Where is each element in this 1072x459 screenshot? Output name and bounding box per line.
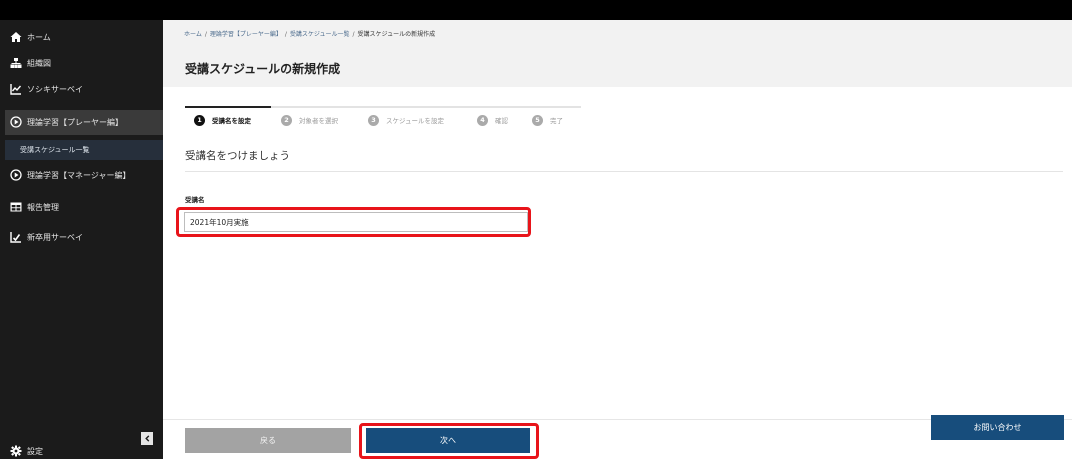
breadcrumb-home[interactable]: ホーム [184,31,202,38]
step-label: 確認 [495,117,508,125]
breadcrumb: ホーム / 理論学習【プレーヤー編】 / 受講スケジュール一覧 / 受講スケジュールの新規作… [184,29,435,38]
org-chart-icon [10,57,22,69]
step-label: 対象者を選択 [299,117,338,125]
top-bar [0,0,1072,20]
sidebar-item-label: 組織図 [27,58,51,68]
step-number: 1 [194,114,205,126]
sidebar-item-theory-manager[interactable]: 理論学習【マネージャー編】 [0,164,163,186]
line-chart-icon [10,83,22,95]
sidebar-item-label: ソシキサーベイ [27,84,83,94]
step-2: 2 対象者を選択 [281,113,338,127]
step-number: 5 [532,114,543,126]
course-name-input[interactable] [184,212,528,232]
step-number: 3 [368,114,379,126]
sidebar-subitem-schedule-list[interactable]: 受講スケジュール一覧 [5,140,163,160]
page-title: 受講スケジュールの新規作成 [185,62,341,76]
breadcrumb-schedule-list[interactable]: 受講スケジュール一覧 [290,31,350,38]
step-3: 3 スケジュールを設定 [368,113,444,127]
step-label: スケジュールを設定 [386,117,445,125]
sidebar-item-home[interactable]: ホーム [0,26,163,48]
page-header: ホーム / 理論学習【プレーヤー編】 / 受講スケジュール一覧 / 受講スケジュールの新規作… [163,20,1072,87]
settings-label: 設定 [27,446,43,456]
breadcrumb-separator: / [352,31,355,38]
sidebar-item-label: 報告管理 [27,202,59,212]
survey-chart-icon [10,231,22,243]
sidebar-subitem-label: 受講スケジュール一覧 [20,146,90,154]
back-button[interactable]: 戻る [185,428,351,453]
table-icon [10,201,22,213]
course-name-label: 受講名 [185,196,205,204]
section-title: 受講名をつけましょう [185,150,290,162]
breadcrumb-separator: / [204,31,207,38]
step-progress-track [185,106,581,108]
gear-icon [10,445,22,457]
divider [185,171,1063,172]
play-circle-icon [10,116,22,128]
step-number: 4 [477,114,488,126]
sidebar-item-label: 理論学習【プレーヤー編】 [27,118,123,127]
app-window: ホーム 組織図 ソシキサーベイ 理論学習【プレーヤー編】 受講スケジュール一覧 [0,0,1072,459]
sidebar-item-label: 理論学習【マネージャー編】 [27,170,131,180]
step-progress-fill [185,106,271,108]
step-5: 5 完了 [532,113,563,127]
step-number: 2 [281,114,292,126]
step-label: 受講名を設定 [212,117,251,125]
breadcrumb-separator: / [284,31,287,38]
sidebar-item-label: ホーム [27,32,51,42]
breadcrumb-theory-player[interactable]: 理論学習【プレーヤー編】 [210,31,282,38]
step-label: 完了 [550,117,563,125]
sidebar-item-settings[interactable]: 設定 [0,440,163,459]
main-content: ホーム / 理論学習【プレーヤー編】 / 受講スケジュール一覧 / 受講スケジュールの新規作… [163,20,1072,459]
next-button[interactable]: 次へ [366,428,530,453]
home-icon [10,31,22,43]
sidebar-item-soshiki-survey[interactable]: ソシキサーベイ [0,78,163,100]
sidebar-item-newgrad-survey[interactable]: 新卒用サーベイ [0,226,163,248]
sidebar-item-theory-player[interactable]: 理論学習【プレーヤー編】 [5,110,163,135]
sidebar-item-label: 新卒用サーベイ [27,232,83,242]
play-circle-icon [10,169,22,181]
sidebar-item-org-chart[interactable]: 組織図 [0,52,163,74]
sidebar-item-report-management[interactable]: 報告管理 [0,196,163,218]
step-1: 1 受講名を設定 [194,113,251,127]
breadcrumb-current: 受講スケジュールの新規作成 [357,31,436,38]
sidebar: ホーム 組織図 ソシキサーベイ 理論学習【プレーヤー編】 受講スケジュール一覧 [0,20,163,459]
contact-button[interactable]: お問い合わせ [931,415,1064,440]
step-4: 4 確認 [477,113,508,127]
